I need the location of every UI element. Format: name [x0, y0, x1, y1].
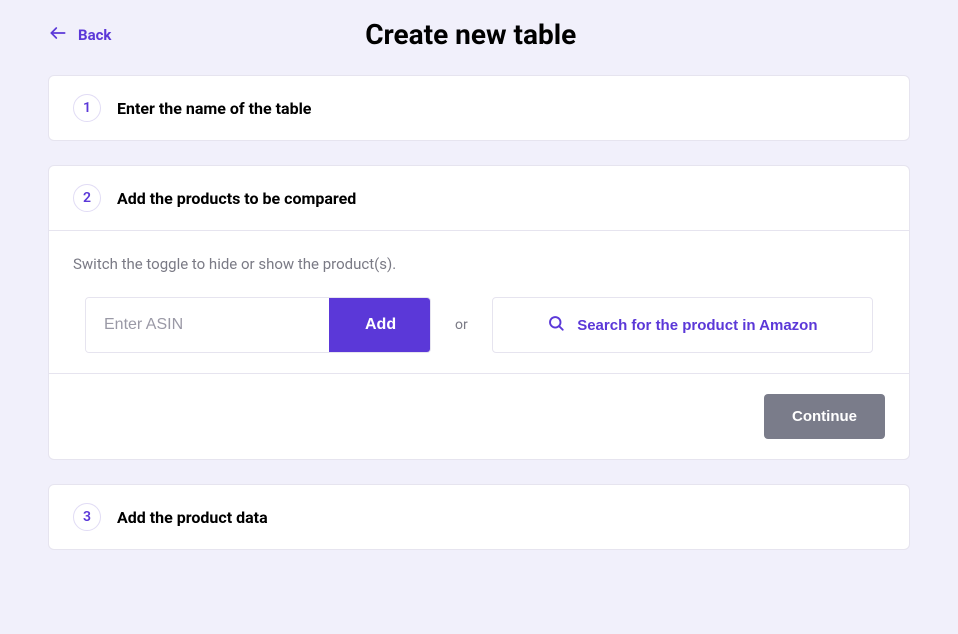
step-2-title: Add the products to be compared — [117, 189, 356, 208]
step-1-header: 1 Enter the name of the table — [49, 76, 909, 140]
continue-button[interactable]: Continue — [764, 394, 885, 439]
step-2-card: 2 Add the products to be compared Switch… — [48, 165, 910, 460]
step-3-card[interactable]: 3 Add the product data — [48, 484, 910, 550]
step-1-card[interactable]: 1 Enter the name of the table — [48, 75, 910, 141]
search-amazon-label: Search for the product in Amazon — [577, 317, 817, 334]
step-3-header: 3 Add the product data — [49, 485, 909, 549]
search-icon — [547, 314, 565, 336]
page-header: Back Create new table — [0, 0, 958, 75]
search-amazon-button[interactable]: Search for the product in Amazon — [492, 297, 873, 353]
product-input-row: Add or Search for the product in Amazon — [73, 297, 885, 353]
add-button[interactable]: Add — [329, 298, 431, 352]
or-divider: or — [455, 317, 468, 333]
wizard-container: 1 Enter the name of the table 2 Add the … — [0, 75, 958, 550]
step-2-badge: 2 — [73, 184, 101, 212]
step-1-title: Enter the name of the table — [117, 99, 311, 118]
page-title: Create new table — [31, 18, 910, 51]
toggle-hint: Switch the toggle to hide or show the pr… — [73, 255, 885, 273]
step-2-footer: Continue — [49, 373, 909, 459]
step-3-title: Add the product data — [117, 508, 268, 527]
step-2-header: 2 Add the products to be compared — [49, 166, 909, 230]
step-3-badge: 3 — [73, 503, 101, 531]
asin-input-group: Add — [85, 297, 431, 353]
asin-input[interactable] — [86, 298, 329, 352]
step-2-body: Switch the toggle to hide or show the pr… — [49, 230, 909, 373]
step-1-badge: 1 — [73, 94, 101, 122]
